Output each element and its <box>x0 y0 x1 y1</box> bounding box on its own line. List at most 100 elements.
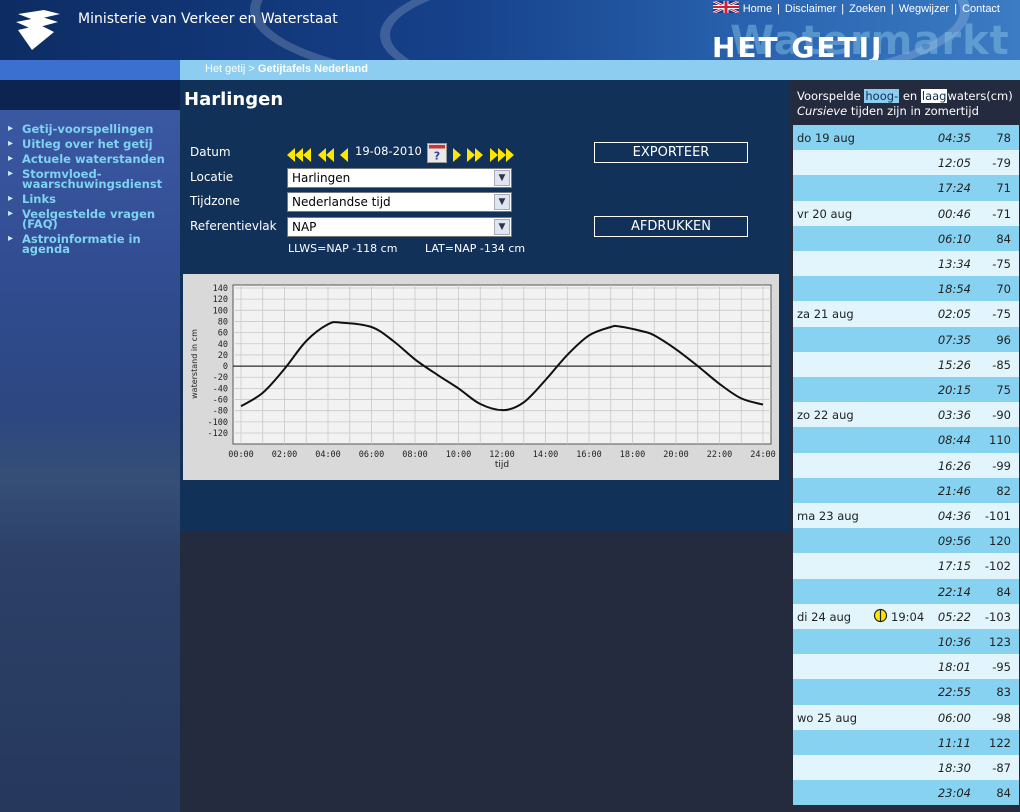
y-tick-label: -120 <box>208 429 228 439</box>
table-row: 15:26 -85 <box>793 351 1019 377</box>
y-axis-label: waterstand in cm <box>190 329 199 399</box>
x-tick-label: 00:00 <box>228 450 254 460</box>
link-separator: | <box>954 3 958 15</box>
tide-day: zo 22 aug <box>797 408 854 423</box>
ministry-logo-icon[interactable] <box>14 8 64 52</box>
tide-value: -90 <box>992 408 1011 423</box>
tide-value: 122 <box>989 735 1011 750</box>
tide-value: 83 <box>996 685 1011 700</box>
date-label: Datum <box>190 145 231 159</box>
tide-time: 13:34 <box>937 257 971 271</box>
ministry-name[interactable]: Ministerie van Verkeer en Waterstaat <box>78 11 338 27</box>
print-button[interactable]: AFDRUKKEN <box>594 216 748 237</box>
tide-time: 18:01 <box>937 660 971 675</box>
nav-back-week-icon[interactable] <box>287 148 311 162</box>
link-separator: | <box>777 3 780 15</box>
link-separator: | <box>890 3 894 15</box>
tide-time: 10:36 <box>937 635 971 649</box>
tide-time: 00:46 <box>937 206 971 221</box>
tide-day: ma 23 aug <box>797 509 859 523</box>
table-row: 13:34 -75 <box>793 251 1019 277</box>
location-select[interactable]: Harlingen ▼ <box>287 168 512 188</box>
tide-value: 84 <box>996 231 1011 246</box>
svg-text:?: ? <box>434 149 440 162</box>
tide-time: 22:14 <box>937 584 971 599</box>
tide-time: 02:05 <box>937 307 971 322</box>
nav-forward-day-icon[interactable] <box>467 148 483 162</box>
tide-time: 22:55 <box>937 685 971 700</box>
table-row: do 19 aug 04:35 78 <box>793 125 1019 151</box>
link-home[interactable]: Home <box>743 3 772 15</box>
nav-forward-week-icon[interactable] <box>490 148 514 162</box>
y-tick-label: 120 <box>213 295 228 305</box>
link-separator: | <box>841 3 845 15</box>
x-axis-ticks: 00:00 02:00 04:00 06:00 08:00 10:00 12:00 14:00… <box>228 450 776 460</box>
nav-forward-icon[interactable] <box>453 148 461 162</box>
sidebar-item-stormvloed[interactable]: Stormvloed-waarschuwingsdienst <box>8 168 180 190</box>
calendar-help-icon[interactable]: ? <box>427 143 447 163</box>
tides-title: Voorspelde hoog- en laagwaters(cm) <box>797 89 1013 104</box>
timezone-select-value: Nederlandse tijd <box>292 195 391 209</box>
tide-value: -103 <box>984 609 1011 624</box>
tides-title-laag: laag <box>920 89 948 103</box>
sidebar-item-getijvoorspellingen[interactable]: Getij-voorspellingen <box>8 123 180 135</box>
x-tick-label: 12:00 <box>489 450 515 460</box>
link-zoeken[interactable]: Zoeken <box>849 3 886 15</box>
uk-flag-icon[interactable] <box>712 1 739 13</box>
tides-title-mid: en <box>899 89 921 103</box>
timezone-select[interactable]: Nederlandse tijd ▼ <box>287 192 512 212</box>
lat-info: LAT=NAP -134 cm <box>425 242 526 255</box>
nav-back-day-icon[interactable] <box>318 148 334 162</box>
link-wegwijzer[interactable]: Wegwijzer <box>899 3 950 15</box>
tide-time: 05:22 <box>937 609 971 624</box>
tide-time: 18:30 <box>937 761 971 775</box>
table-row: 21:46 82 <box>793 477 1019 503</box>
tide-time: 17:15 <box>937 559 971 574</box>
chevron-down-icon[interactable]: ▼ <box>494 219 510 235</box>
tide-value: -79 <box>992 156 1011 171</box>
sidebar-item-actuele-waterstanden[interactable]: Actuele waterstanden <box>8 153 180 165</box>
link-contact[interactable]: Contact <box>962 3 1000 15</box>
table-row: di 24 aug 19:04 05:22 -103 <box>793 603 1019 629</box>
breadcrumb-bar: Het getij > Getijtafels Nederland <box>180 60 1020 80</box>
tide-time: 18:54 <box>937 282 971 297</box>
tides-title-post: waters(cm) <box>947 89 1013 103</box>
tide-chart: 14012010080 6040200-20-40 -60-80-100-120 0… <box>183 274 779 480</box>
sidebar-item-links[interactable]: Links <box>8 193 180 205</box>
y-tick-label: 140 <box>213 284 228 294</box>
location-select-value: Harlingen <box>292 171 351 185</box>
breadcrumb-home[interactable]: Het getij <box>205 63 245 75</box>
y-tick-label: -80 <box>213 407 228 417</box>
tide-time: 08:44 <box>937 433 971 448</box>
table-row: 23:04 84 <box>793 780 1019 806</box>
export-button[interactable]: EXPORTEER <box>594 142 748 163</box>
tide-time: 15:26 <box>937 357 971 372</box>
moon-phase-time: 19:04 <box>891 609 925 624</box>
y-tick-label: 60 <box>218 329 228 339</box>
reference-select[interactable]: NAP ▼ <box>287 217 512 237</box>
x-tick-label: 18:00 <box>620 450 646 460</box>
sidebar-item-faq[interactable]: Veelgestelde vragen (FAQ) <box>8 208 180 230</box>
table-row: 07:35 96 <box>793 326 1019 352</box>
table-row: 17:24 71 <box>793 175 1019 201</box>
sidebar-item-astroinformatie[interactable]: Astroinformatie in agenda <box>8 233 180 255</box>
x-tick-label: 20:00 <box>663 450 689 460</box>
tide-value: -75 <box>992 257 1011 271</box>
table-row: 20:15 75 <box>793 377 1019 403</box>
tide-value: 96 <box>996 332 1011 347</box>
tide-value: -95 <box>992 660 1011 675</box>
tide-time: 07:35 <box>937 332 971 347</box>
tide-value: -71 <box>992 206 1011 221</box>
nav-back-icon[interactable] <box>340 148 348 162</box>
tide-time: 06:10 <box>937 231 971 246</box>
chevron-down-icon[interactable]: ▼ <box>494 194 510 210</box>
tide-time: 20:15 <box>937 383 971 397</box>
link-disclaimer[interactable]: Disclaimer <box>785 3 836 15</box>
tide-value: -98 <box>992 710 1011 725</box>
x-tick-label: 08:00 <box>402 450 428 460</box>
sidebar-item-uitleg[interactable]: Uitleg over het getij <box>8 138 180 150</box>
page-title: Harlingen <box>184 89 284 110</box>
table-row: 10:36 123 <box>793 629 1019 655</box>
table-row: zo 22 aug 03:36 -90 <box>793 402 1019 428</box>
chevron-down-icon[interactable]: ▼ <box>494 170 510 186</box>
